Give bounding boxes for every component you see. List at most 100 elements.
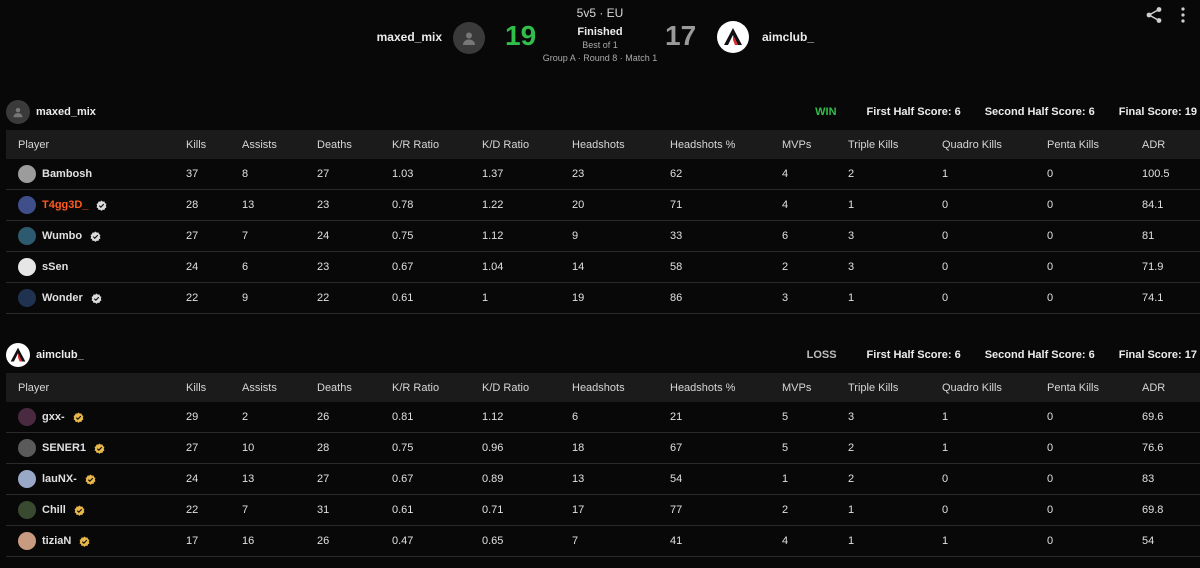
column-header[interactable]: Triple Kills (836, 373, 930, 402)
player-cell[interactable]: Wumbo (6, 221, 174, 252)
column-header[interactable]: Headshots % (658, 373, 770, 402)
player-link[interactable]: T4gg3D_ (18, 196, 174, 214)
player-cell[interactable]: sSen (6, 252, 174, 283)
player-link[interactable]: SENER1 (18, 439, 174, 457)
stat-cell: 0.61 (380, 495, 470, 526)
stat-cell: 5 (770, 433, 836, 464)
team-avatar[interactable] (6, 100, 30, 124)
column-header[interactable]: Kills (174, 130, 230, 159)
column-header[interactable]: K/D Ratio (470, 130, 560, 159)
player-cell[interactable]: Bambosh (6, 159, 174, 190)
stat-cell: 0.96 (470, 433, 560, 464)
stat-cell: 2 (836, 433, 930, 464)
player-link[interactable]: sSen (18, 258, 174, 276)
column-header[interactable]: Kills (174, 373, 230, 402)
player-cell[interactable]: SENER1 (6, 433, 174, 464)
table-row[interactable]: tiziaN 17 16 26 0.47 0.65 7 41 4 1 1 0 54 (6, 526, 1200, 557)
column-header[interactable]: Assists (230, 373, 305, 402)
stat-cell: 1.12 (470, 221, 560, 252)
stat-cell: 41 (658, 526, 770, 557)
player-avatar (18, 532, 36, 550)
column-header[interactable]: K/R Ratio (380, 130, 470, 159)
column-header[interactable]: Deaths (305, 373, 380, 402)
column-header[interactable]: Deaths (305, 130, 380, 159)
table-header-row: Player Kills Assists Deaths K/R Ratio K/D Rat… (6, 373, 1200, 402)
share-icon[interactable] (1145, 6, 1163, 24)
stat-cell: 0 (930, 464, 1035, 495)
column-header[interactable]: K/R Ratio (380, 373, 470, 402)
team-name[interactable]: maxed_mix (36, 106, 96, 118)
column-header[interactable]: Player (6, 373, 174, 402)
column-header[interactable]: ADR (1130, 130, 1200, 159)
more-vertical-icon[interactable] (1176, 6, 1190, 24)
stat-cell: 9 (560, 221, 658, 252)
team-right-name[interactable]: aimclub_ (762, 30, 814, 44)
team-avatar[interactable] (6, 343, 30, 367)
scoreboard-table: Player Kills Assists Deaths K/R Ratio K/D Rat… (6, 130, 1200, 314)
player-cell[interactable]: tiziaN (6, 526, 174, 557)
stat-cell: 0 (1035, 221, 1130, 252)
table-row[interactable]: SENER1 27 10 28 0.75 0.96 18 67 5 2 1 0 76.6 (6, 433, 1200, 464)
column-header[interactable]: Headshots (560, 373, 658, 402)
table-row[interactable]: T4gg3D_ 28 13 23 0.78 1.22 20 71 4 1 0 0 84.1 (6, 190, 1200, 221)
column-header[interactable]: Triple Kills (836, 130, 930, 159)
table-row[interactable]: Bambosh 37 8 27 1.03 1.37 23 62 4 2 1 0 100.5 (6, 159, 1200, 190)
player-name: sSen (42, 261, 69, 273)
column-header[interactable]: Headshots % (658, 130, 770, 159)
column-header[interactable]: Quadro Kills (930, 373, 1035, 402)
match-mode: 5v5 · EU (576, 6, 624, 20)
team-name[interactable]: aimclub_ (36, 349, 84, 361)
stat-cell: 0.67 (380, 464, 470, 495)
stat-cell: 1.12 (470, 402, 560, 433)
stat-cell: 10 (230, 433, 305, 464)
player-link[interactable]: lauNX- (18, 470, 174, 488)
player-cell[interactable]: Chill (6, 495, 174, 526)
table-row[interactable]: gxx- 29 2 26 0.81 1.12 6 21 5 3 1 0 69.6 (6, 402, 1200, 433)
team-score-summary: WIN First Half Score: 6 Second Half Scor… (815, 106, 1197, 118)
first-half-score: First Half Score: 6 (866, 349, 961, 361)
player-avatar (18, 408, 36, 426)
column-header[interactable]: Player (6, 130, 174, 159)
table-header-row: Player Kills Assists Deaths K/R Ratio K/D Rat… (6, 130, 1200, 159)
stat-cell: 0.81 (380, 402, 470, 433)
stat-cell: 0 (930, 252, 1035, 283)
column-header[interactable]: ADR (1130, 373, 1200, 402)
column-header[interactable]: K/D Ratio (470, 373, 560, 402)
player-link[interactable]: Chill (18, 501, 174, 519)
stat-cell: 24 (174, 464, 230, 495)
stat-cell: 0 (1035, 159, 1130, 190)
player-name: SENER1 (42, 442, 87, 454)
stat-cell: 7 (230, 495, 305, 526)
player-cell[interactable]: Wonder (6, 283, 174, 314)
stat-cell: 54 (1130, 526, 1200, 557)
table-row[interactable]: lauNX- 24 13 27 0.67 0.89 13 54 1 2 0 0 83 (6, 464, 1200, 495)
table-row[interactable]: Chill 22 7 31 0.61 0.71 17 77 2 1 0 0 69.8 (6, 495, 1200, 526)
player-cell[interactable]: lauNX- (6, 464, 174, 495)
column-header[interactable]: Quadro Kills (930, 130, 1035, 159)
player-link[interactable]: gxx- (18, 408, 174, 426)
column-header[interactable]: Penta Kills (1035, 130, 1130, 159)
table-row[interactable]: Wumbo 27 7 24 0.75 1.12 9 33 6 3 0 0 81 (6, 221, 1200, 252)
stat-cell: 14 (560, 252, 658, 283)
stat-cell: 76.6 (1130, 433, 1200, 464)
stat-cell: 23 (305, 252, 380, 283)
player-name: Wonder (42, 292, 83, 304)
team-right-avatar[interactable] (717, 21, 749, 53)
player-link[interactable]: tiziaN (18, 532, 174, 550)
player-link[interactable]: Bambosh (18, 165, 174, 183)
column-header[interactable]: MVPs (770, 373, 836, 402)
player-cell[interactable]: T4gg3D_ (6, 190, 174, 221)
stat-cell: 2 (770, 252, 836, 283)
player-link[interactable]: Wonder (18, 289, 174, 307)
column-header[interactable]: MVPs (770, 130, 836, 159)
player-cell[interactable]: gxx- (6, 402, 174, 433)
column-header[interactable]: Assists (230, 130, 305, 159)
stat-cell: 16 (230, 526, 305, 557)
table-row[interactable]: Wonder 22 9 22 0.61 1 19 86 3 1 0 0 74.1 (6, 283, 1200, 314)
player-link[interactable]: Wumbo (18, 227, 174, 245)
stat-cell: 1 (930, 526, 1035, 557)
stat-cell: 1.03 (380, 159, 470, 190)
table-row[interactable]: sSen 24 6 23 0.67 1.04 14 58 2 3 0 0 71.9 (6, 252, 1200, 283)
column-header[interactable]: Penta Kills (1035, 373, 1130, 402)
column-header[interactable]: Headshots (560, 130, 658, 159)
